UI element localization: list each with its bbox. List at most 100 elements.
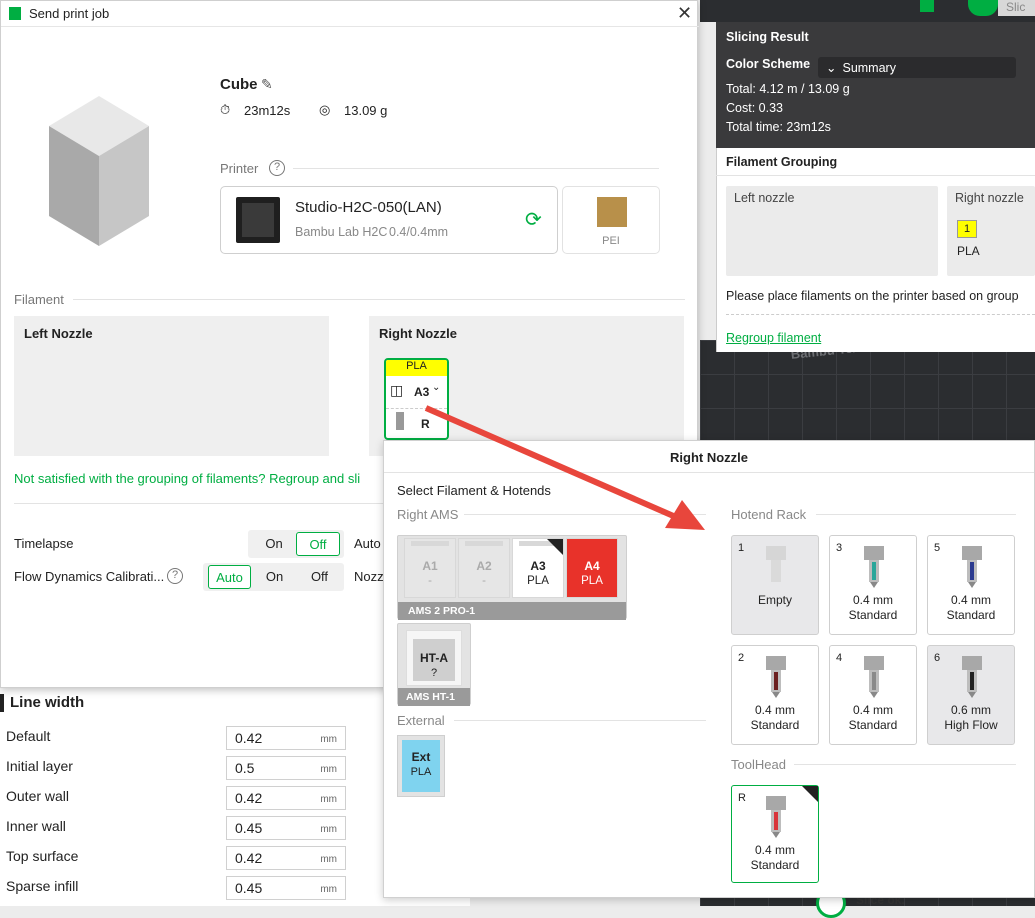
divider [716, 175, 1035, 176]
regroup-filament-link[interactable]: Regroup filament [726, 331, 821, 345]
ams-slot-ht-a[interactable]: HT-A ? [406, 630, 462, 686]
cost-stat: Cost: 0.33 [726, 101, 783, 115]
nozzle-icon [766, 796, 786, 838]
line-width-value: 0.5 [235, 760, 255, 776]
help-icon[interactable]: ? [269, 160, 285, 176]
color-scheme-select[interactable]: ⌄ Summary [818, 57, 1016, 78]
place-filament-message: Please place filaments on the printer ba… [726, 289, 1019, 303]
hotend-size: 0.4 mm [754, 703, 795, 717]
flow-calibration-toggle: Auto On Off [203, 563, 344, 591]
filament-section-label: Filament [14, 292, 64, 307]
hotend-number: R [738, 792, 746, 804]
line-width-row-label: Default [6, 728, 51, 744]
hotend-icon [396, 412, 404, 430]
hotend-size: Empty [757, 593, 792, 607]
divider [816, 514, 1016, 515]
hotend-type: High Flow [944, 718, 998, 732]
slot-id: A1 [422, 559, 438, 573]
filament-type: PLA [957, 244, 980, 258]
hotend-slot-5[interactable]: 5 0.4 mm Standard [927, 535, 1015, 635]
ams-slot-a1[interactable]: A1 - [404, 538, 456, 598]
flow-off[interactable]: Off [298, 565, 341, 589]
auto-label: Auto [354, 536, 381, 551]
timelapse-label: Timelapse [14, 536, 74, 551]
flow-on[interactable]: On [253, 565, 296, 589]
divider [293, 168, 659, 169]
line-width-value: 0.45 [235, 820, 263, 836]
unit-label: mm [320, 884, 337, 895]
unit-label: mm [320, 764, 337, 775]
left-nozzle-label: Left nozzle [734, 191, 795, 205]
toolhead-card[interactable]: R 0.4 mm Standard [731, 785, 819, 883]
timelapse-on[interactable]: On [252, 532, 296, 556]
slicing-result-title: Slicing Result [726, 30, 809, 44]
plate-icon[interactable] [920, 0, 934, 12]
help-icon[interactable]: ? [167, 568, 183, 584]
hotend-number: 5 [934, 542, 941, 554]
filament-grouping-title: Filament Grouping [726, 155, 838, 169]
clock-icon: ⏱ [220, 102, 231, 117]
slot-sub: PLA [410, 766, 432, 778]
dialog-title: Send print job [29, 6, 110, 21]
slot-sub: PLA [581, 575, 603, 587]
filament-type-bar: PLA [386, 360, 447, 376]
line-width-input[interactable]: 0.45 mm [226, 876, 346, 900]
total-stat: Total: 4.12 m / 13.09 g [726, 82, 850, 96]
line-width-row-label: Inner wall [6, 818, 66, 834]
line-width-input[interactable]: 0.45 mm [226, 816, 346, 840]
slice-button[interactable]: Slic [998, 0, 1035, 16]
ams-slot-a3[interactable]: A3 PLA [512, 538, 564, 598]
flow-auto[interactable]: Auto [208, 565, 251, 589]
ams-slot-a4[interactable]: A4 PLA [566, 538, 618, 598]
filament-badge[interactable]: 1 [957, 220, 977, 238]
printer-selector[interactable]: Studio-H2C-050(LAN) Bambu Lab H2C 0.4/0.… [220, 186, 558, 254]
dialog-titlebar: Send print job ✕ [1, 1, 699, 27]
selected-corner [547, 539, 563, 555]
line-width-value: 0.42 [235, 850, 263, 866]
hotend-slot-3[interactable]: 3 0.4 mm Standard [829, 535, 917, 635]
divider [794, 764, 1016, 765]
hotend-size: 0.4 mm [852, 703, 893, 717]
app-icon [9, 7, 21, 20]
hotend-type: Standard [848, 718, 898, 732]
hotend-slot-6[interactable]: 6 0.6 mm High Flow [927, 645, 1015, 745]
right-nozzle-title: Right Nozzle [379, 326, 457, 341]
plate-label: PEI [602, 235, 620, 247]
close-icon[interactable]: ✕ [677, 3, 692, 24]
hotend-number: 1 [738, 542, 745, 554]
plate-selector[interactable]: PEI [562, 186, 660, 254]
edit-icon[interactable]: ✎ [261, 76, 273, 93]
model-name: Cube [220, 76, 258, 93]
slot-id: A4 [584, 559, 600, 573]
hotend-number: 4 [836, 652, 843, 664]
slot-id: A3 [530, 559, 546, 573]
printer-nozzle: 0.4/0.4mm [389, 225, 449, 239]
line-width-input[interactable]: 0.42 mm [226, 786, 346, 810]
ams-slot-a2[interactable]: A2 - [458, 538, 510, 598]
nozzle-icon [864, 546, 884, 588]
line-width-title: Line width [10, 694, 85, 711]
hotend-slot-1[interactable]: 1 Empty [731, 535, 819, 635]
slot-id: HT-A [420, 651, 448, 665]
hotend-rack-label: Hotend Rack [731, 507, 807, 522]
hotend-number: 2 [738, 652, 745, 664]
line-width-row-label: Top surface [6, 848, 79, 864]
line-width-input[interactable]: 0.42 mm [226, 726, 346, 750]
slot-sub: ? [430, 667, 438, 679]
hotend-number: 6 [934, 652, 941, 664]
chevron-down-icon: ⌄ [826, 61, 837, 75]
line-width-input[interactable]: 0.42 mm [226, 846, 346, 870]
slot-sub: PLA [527, 575, 549, 587]
external-slot[interactable]: Ext PLA [397, 735, 445, 797]
hotend-slot-4[interactable]: 4 0.4 mm Standard [829, 645, 917, 745]
timelapse-off[interactable]: Off [296, 532, 340, 556]
divider [726, 314, 1035, 315]
unit-label: mm [320, 854, 337, 865]
hotend-size: 0.4 mm [852, 593, 893, 607]
hotend-slot-2[interactable]: 2 0.4 mm Standard [731, 645, 819, 745]
hotend-type: Standard [848, 608, 898, 622]
section-marker [0, 694, 4, 712]
refresh-icon[interactable]: ⟳ [525, 207, 542, 232]
regroup-message[interactable]: Not satisfied with the grouping of filam… [14, 471, 384, 486]
line-width-input[interactable]: 0.5 mm [226, 756, 346, 780]
